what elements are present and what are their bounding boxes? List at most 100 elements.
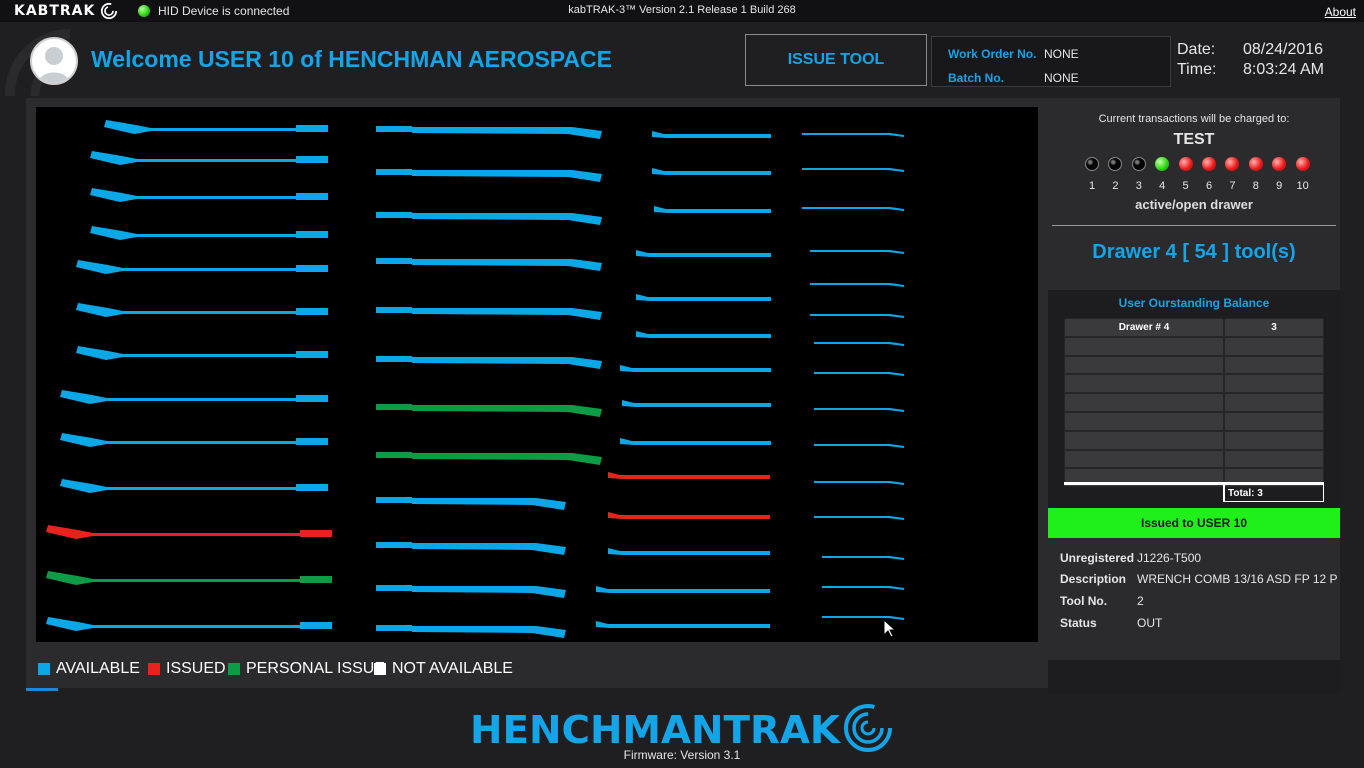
drawer-led-3 [1131,157,1146,171]
drawer-led-label: 7 [1229,180,1236,192]
tool-hook[interactable] [802,207,904,211]
divider [1052,225,1336,226]
tool-hook[interactable] [810,283,904,287]
drawer-led-label: 5 [1182,180,1189,192]
description-label: Description [1060,572,1127,586]
work-order-value[interactable]: NONE [1044,47,1079,61]
tool-wrench[interactable] [60,390,328,404]
tool-wrench[interactable] [608,512,770,519]
tool-wrench[interactable] [90,151,328,165]
mouse-cursor-icon [883,619,897,638]
issued-to-banner: Issued to USER 10 [1048,508,1340,538]
side-panel-footer [1048,660,1340,694]
tool-wrench[interactable] [376,356,602,369]
tool-hook[interactable] [810,314,904,318]
table-cell [1064,374,1224,394]
tool-wrench[interactable] [376,625,566,638]
tool-wrench[interactable] [76,260,328,274]
tool-wrench[interactable] [376,126,602,139]
balance-total: Total: 3 [1224,485,1324,502]
tool-hook[interactable] [802,168,904,172]
header: Welcome USER 10 of HENCHMAN AEROSPACE IS… [0,22,1364,96]
drawer-led-label: 2 [1112,180,1119,192]
table-cell [1224,374,1324,394]
tool-wrench[interactable] [654,206,771,213]
balance-title: User Ourstanding Balance [1118,296,1270,310]
tool-wrench[interactable] [104,120,328,134]
about-link[interactable]: About [1325,5,1356,19]
batch-value[interactable]: NONE [1044,71,1079,85]
tool-wrench[interactable] [376,307,602,320]
issue-tool-button[interactable]: ISSUE TOOL [745,34,927,86]
tool-wrench[interactable] [636,294,771,301]
tool-wrench[interactable] [596,586,770,593]
drawer-indicator-caption: active/open drawer [1135,197,1253,212]
tool-wrench[interactable] [636,331,771,338]
tool-hook[interactable] [814,444,904,448]
tool-wrench[interactable] [376,258,602,271]
tool-wrench[interactable] [60,479,328,493]
tool-wrench[interactable] [596,621,770,628]
tool-wrench[interactable] [376,452,602,465]
tool-hook[interactable] [814,408,904,412]
drawer-panel: AVAILABLE ISSUED PERSONAL ISSUE NOT AVAI… [26,98,1048,688]
tool-hook[interactable] [802,133,904,137]
tool-wrench[interactable] [652,131,771,138]
tool-wrench[interactable] [608,472,770,479]
legend-personal-issue: PERSONAL ISSUE [228,660,385,678]
tool-wrench[interactable] [90,226,328,240]
drawer-led-label: 3 [1135,180,1142,192]
status-label: Status [1060,616,1097,630]
tool-wrench[interactable] [76,346,328,360]
tool-wrench[interactable] [90,188,328,202]
side-panel: Current transactions will be charged to:… [1048,98,1340,694]
table-cell [1064,485,1224,502]
tool-wrench[interactable] [46,525,332,539]
drawer-led-label: 6 [1205,180,1213,192]
time-value: 8:03:24 AM [1243,61,1324,78]
tool-wrench[interactable] [608,548,770,555]
drawer-tool-count: Drawer 4 [ 54 ] tool(s) [1092,241,1296,263]
table-cell [1224,355,1324,375]
charged-to-label: Current transactions will be charged to: [1098,113,1290,125]
tool-wrench[interactable] [376,169,602,182]
tool-hook[interactable] [814,342,904,346]
tool-wrench[interactable] [620,365,771,372]
app-version: kabTRAK-3™ Version 2.1 Release 1 Build 2… [568,4,796,16]
tool-wrench[interactable] [652,168,771,175]
table-cell [1224,393,1324,412]
drawer-led-2 [1108,157,1123,171]
outstanding-balance-panel: User Ourstanding Balance Drawer # 4 3 To… [1048,290,1340,508]
tool-wrench[interactable] [376,542,566,555]
table-cell [1224,449,1324,469]
tool-wrench[interactable] [46,617,332,631]
tool-wrench[interactable] [376,404,602,417]
tool-wrench[interactable] [622,400,771,407]
tool-wrench[interactable] [636,250,771,257]
tool-hook[interactable] [822,556,904,560]
table-row [1064,374,1324,394]
tool-wrench[interactable] [376,212,602,225]
table-cell [1064,411,1224,431]
firmware-version: Firmware: Version 3.1 [623,748,741,762]
table-cell [1224,430,1324,450]
tool-wrench[interactable] [76,303,328,317]
tool-hook[interactable] [822,586,904,590]
drawer-led-9 [1272,157,1287,171]
table-row [1064,411,1324,431]
tool-hook[interactable] [814,516,904,520]
tool-wrench[interactable] [376,497,566,510]
tool-hook[interactable] [814,372,904,376]
tool-wrench[interactable] [376,585,566,598]
drawer-led-label: 10 [1296,180,1309,192]
unregistered-value: J1226-T500 [1137,551,1202,565]
tool-hook[interactable] [810,250,904,254]
tool-hook[interactable] [814,481,904,485]
legend-issued: ISSUED [148,660,226,678]
tool-wrench[interactable] [620,438,771,445]
table-row [1064,393,1324,412]
drawer-led-label: 1 [1088,180,1096,192]
tool-wrench[interactable] [60,433,328,447]
legend-swatch [228,663,240,675]
tool-wrench[interactable] [46,571,332,585]
